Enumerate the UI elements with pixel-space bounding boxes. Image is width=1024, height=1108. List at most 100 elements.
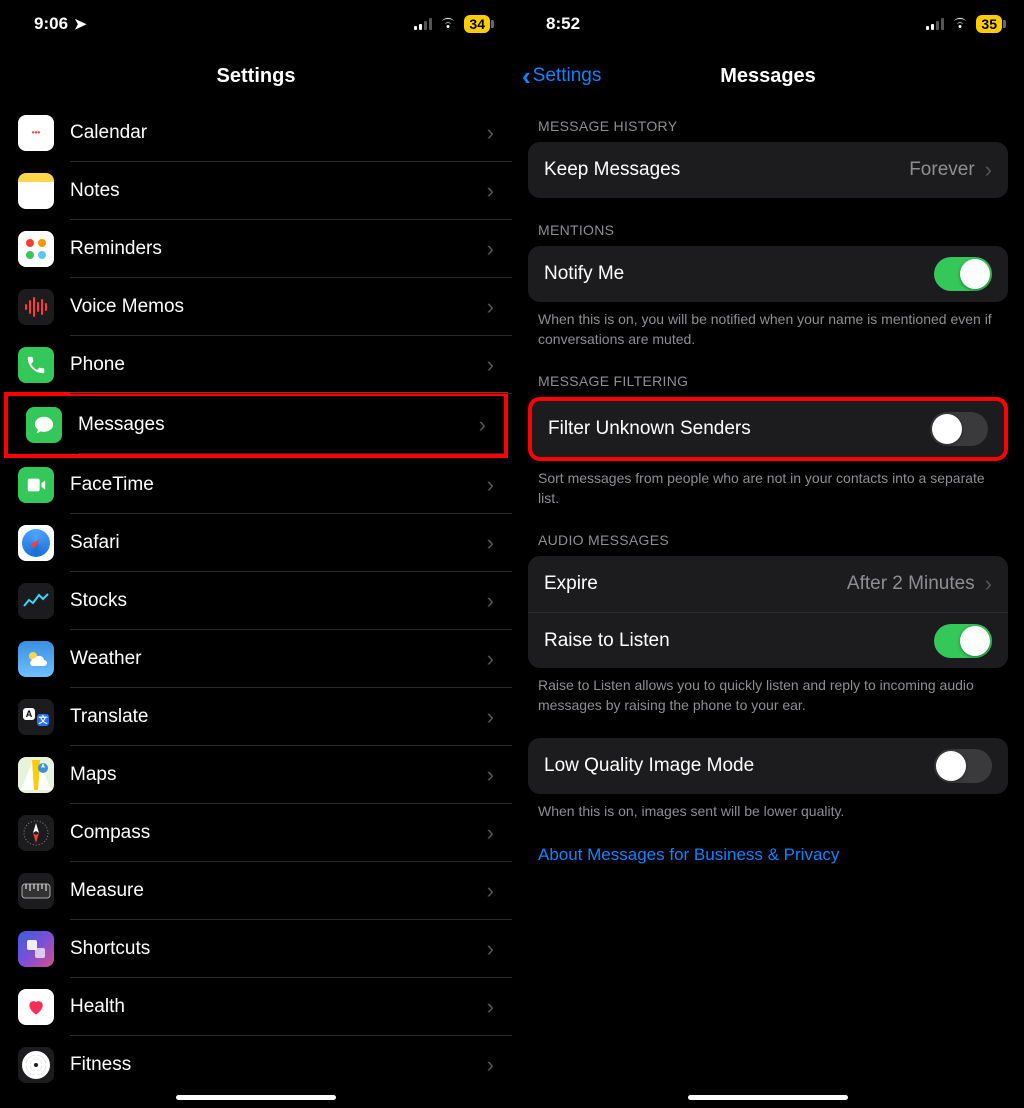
cell-label: Raise to Listen — [544, 630, 670, 652]
group-history: Keep Messages Forever › — [528, 142, 1008, 198]
about-messages-link[interactable]: About Messages for Business & Privacy — [528, 821, 1008, 889]
row-label: Measure — [70, 880, 144, 902]
chevron-right-icon: › — [487, 1052, 494, 1078]
settings-list[interactable]: ••• Calendar › Notes › Reminders› Voice Memos ›… — [0, 104, 512, 1108]
settings-row-facetime[interactable]: FaceTime› — [0, 456, 512, 514]
cell-raise-to-listen[interactable]: Raise to Listen — [528, 612, 1008, 668]
chevron-right-icon: › — [487, 530, 494, 556]
reminders-icon — [18, 231, 54, 267]
row-label: Safari — [70, 532, 120, 554]
svg-text:A: A — [26, 709, 33, 719]
row-label: Phone — [70, 354, 125, 376]
toggle-notify-me[interactable] — [934, 257, 992, 291]
settings-row-health[interactable]: Health› — [0, 978, 512, 1036]
health-icon — [18, 989, 54, 1025]
calendar-icon: ••• — [18, 115, 54, 151]
chevron-right-icon: › — [985, 157, 992, 183]
back-button[interactable]: ‹ Settings — [522, 48, 601, 104]
compass-icon — [18, 815, 54, 851]
measure-icon — [18, 873, 54, 909]
weather-icon — [18, 641, 54, 677]
chevron-right-icon: › — [487, 762, 494, 788]
row-label: Compass — [70, 822, 150, 844]
row-label: FaceTime — [70, 474, 154, 496]
row-label: Maps — [70, 764, 116, 786]
chevron-right-icon: › — [487, 646, 494, 672]
section-header-history: MESSAGE HISTORY — [528, 104, 1008, 142]
toggle-low-quality-image[interactable] — [934, 749, 992, 783]
chevron-right-icon: › — [487, 294, 494, 320]
cell-value: After 2 Minutes — [847, 573, 975, 595]
notes-icon — [18, 173, 54, 209]
cell-filter-unknown-senders[interactable]: Filter Unknown Senders — [532, 401, 1004, 457]
settings-row-reminders[interactable]: Reminders› — [0, 220, 512, 278]
location-icon: ➤ — [74, 15, 87, 33]
settings-row-voice[interactable]: Voice Memos › — [0, 278, 512, 336]
chevron-right-icon: › — [487, 936, 494, 962]
settings-row-notes[interactable]: Notes › — [0, 162, 512, 220]
cell-label: Notify Me — [544, 263, 624, 285]
settings-row-weather[interactable]: Weather› — [0, 630, 512, 688]
settings-row-safari[interactable]: Safari › — [0, 514, 512, 572]
translate-icon: A文 — [18, 699, 54, 735]
settings-row-stocks[interactable]: Stocks› — [0, 572, 512, 630]
status-time: 8:52 — [546, 14, 580, 34]
cell-label: Low Quality Image Mode — [544, 755, 754, 777]
settings-row-messages[interactable]: Messages › — [8, 396, 504, 454]
stocks-icon — [18, 583, 54, 619]
section-header-mentions: MENTIONS — [528, 198, 1008, 246]
settings-row-compass[interactable]: Compass › — [0, 804, 512, 862]
cellular-signal-icon — [926, 18, 944, 30]
phone-icon — [18, 347, 54, 383]
messages-settings-content[interactable]: MESSAGE HISTORY Keep Messages Forever › … — [512, 104, 1024, 1108]
messages-icon — [26, 407, 62, 443]
wifi-icon — [950, 15, 970, 33]
footer-audio: Raise to Listen allows you to quickly li… — [528, 668, 1008, 715]
chevron-right-icon: › — [487, 820, 494, 846]
home-indicator[interactable] — [176, 1095, 336, 1100]
toggle-filter-unknown-senders[interactable] — [930, 412, 988, 446]
row-label: Calendar — [70, 122, 147, 144]
settings-row-calendar[interactable]: •••Calendar› — [0, 104, 512, 162]
row-label: Notes — [70, 180, 120, 202]
chevron-right-icon: › — [487, 352, 494, 378]
chevron-right-icon: › — [487, 994, 494, 1020]
row-label: Fitness — [70, 1054, 131, 1076]
row-label: Voice Memos — [70, 296, 184, 318]
chevron-left-icon: ‹ — [522, 61, 531, 92]
maps-icon — [18, 757, 54, 793]
settings-row-maps[interactable]: Maps › — [0, 746, 512, 804]
footer-filtering: Sort messages from people who are not in… — [528, 461, 1008, 508]
settings-row-shortcuts[interactable]: Shortcuts › — [0, 920, 512, 978]
cell-expire[interactable]: Expire After 2 Minutes › — [528, 556, 1008, 612]
settings-row-fitness[interactable]: Fitness › — [0, 1036, 512, 1094]
cell-keep-messages[interactable]: Keep Messages Forever › — [528, 142, 1008, 198]
footer-mentions: When this is on, you will be notified wh… — [528, 302, 1008, 349]
settings-row-measure[interactable]: Measure› — [0, 862, 512, 920]
settings-row-translate[interactable]: A文Translate› — [0, 688, 512, 746]
cell-label: Filter Unknown Senders — [548, 418, 751, 440]
row-label: Shortcuts — [70, 938, 150, 960]
cell-notify-me[interactable]: Notify Me — [528, 246, 1008, 302]
chevron-right-icon: › — [479, 412, 486, 438]
shortcuts-icon — [18, 931, 54, 967]
group-filtering: Filter Unknown Senders — [528, 397, 1008, 461]
nav-header: Settings — [0, 48, 512, 104]
group-lowq: Low Quality Image Mode — [528, 738, 1008, 794]
settings-row-phone[interactable]: Phone › — [0, 336, 512, 394]
row-label: Messages — [78, 414, 165, 436]
battery-indicator: 35 — [976, 15, 1002, 33]
chevron-right-icon: › — [985, 571, 992, 597]
status-bar: 9:06 ➤ 34 — [0, 0, 512, 48]
status-time: 9:06 — [34, 14, 68, 34]
voice-memos-icon — [18, 289, 54, 325]
chevron-right-icon: › — [487, 178, 494, 204]
facetime-icon — [18, 467, 54, 503]
toggle-raise-to-listen[interactable] — [934, 624, 992, 658]
safari-icon — [18, 525, 54, 561]
cell-low-quality-image[interactable]: Low Quality Image Mode — [528, 738, 1008, 794]
home-indicator[interactable] — [688, 1095, 848, 1100]
chevron-right-icon: › — [487, 588, 494, 614]
fitness-icon — [18, 1047, 54, 1083]
cell-value: Forever — [909, 159, 974, 181]
